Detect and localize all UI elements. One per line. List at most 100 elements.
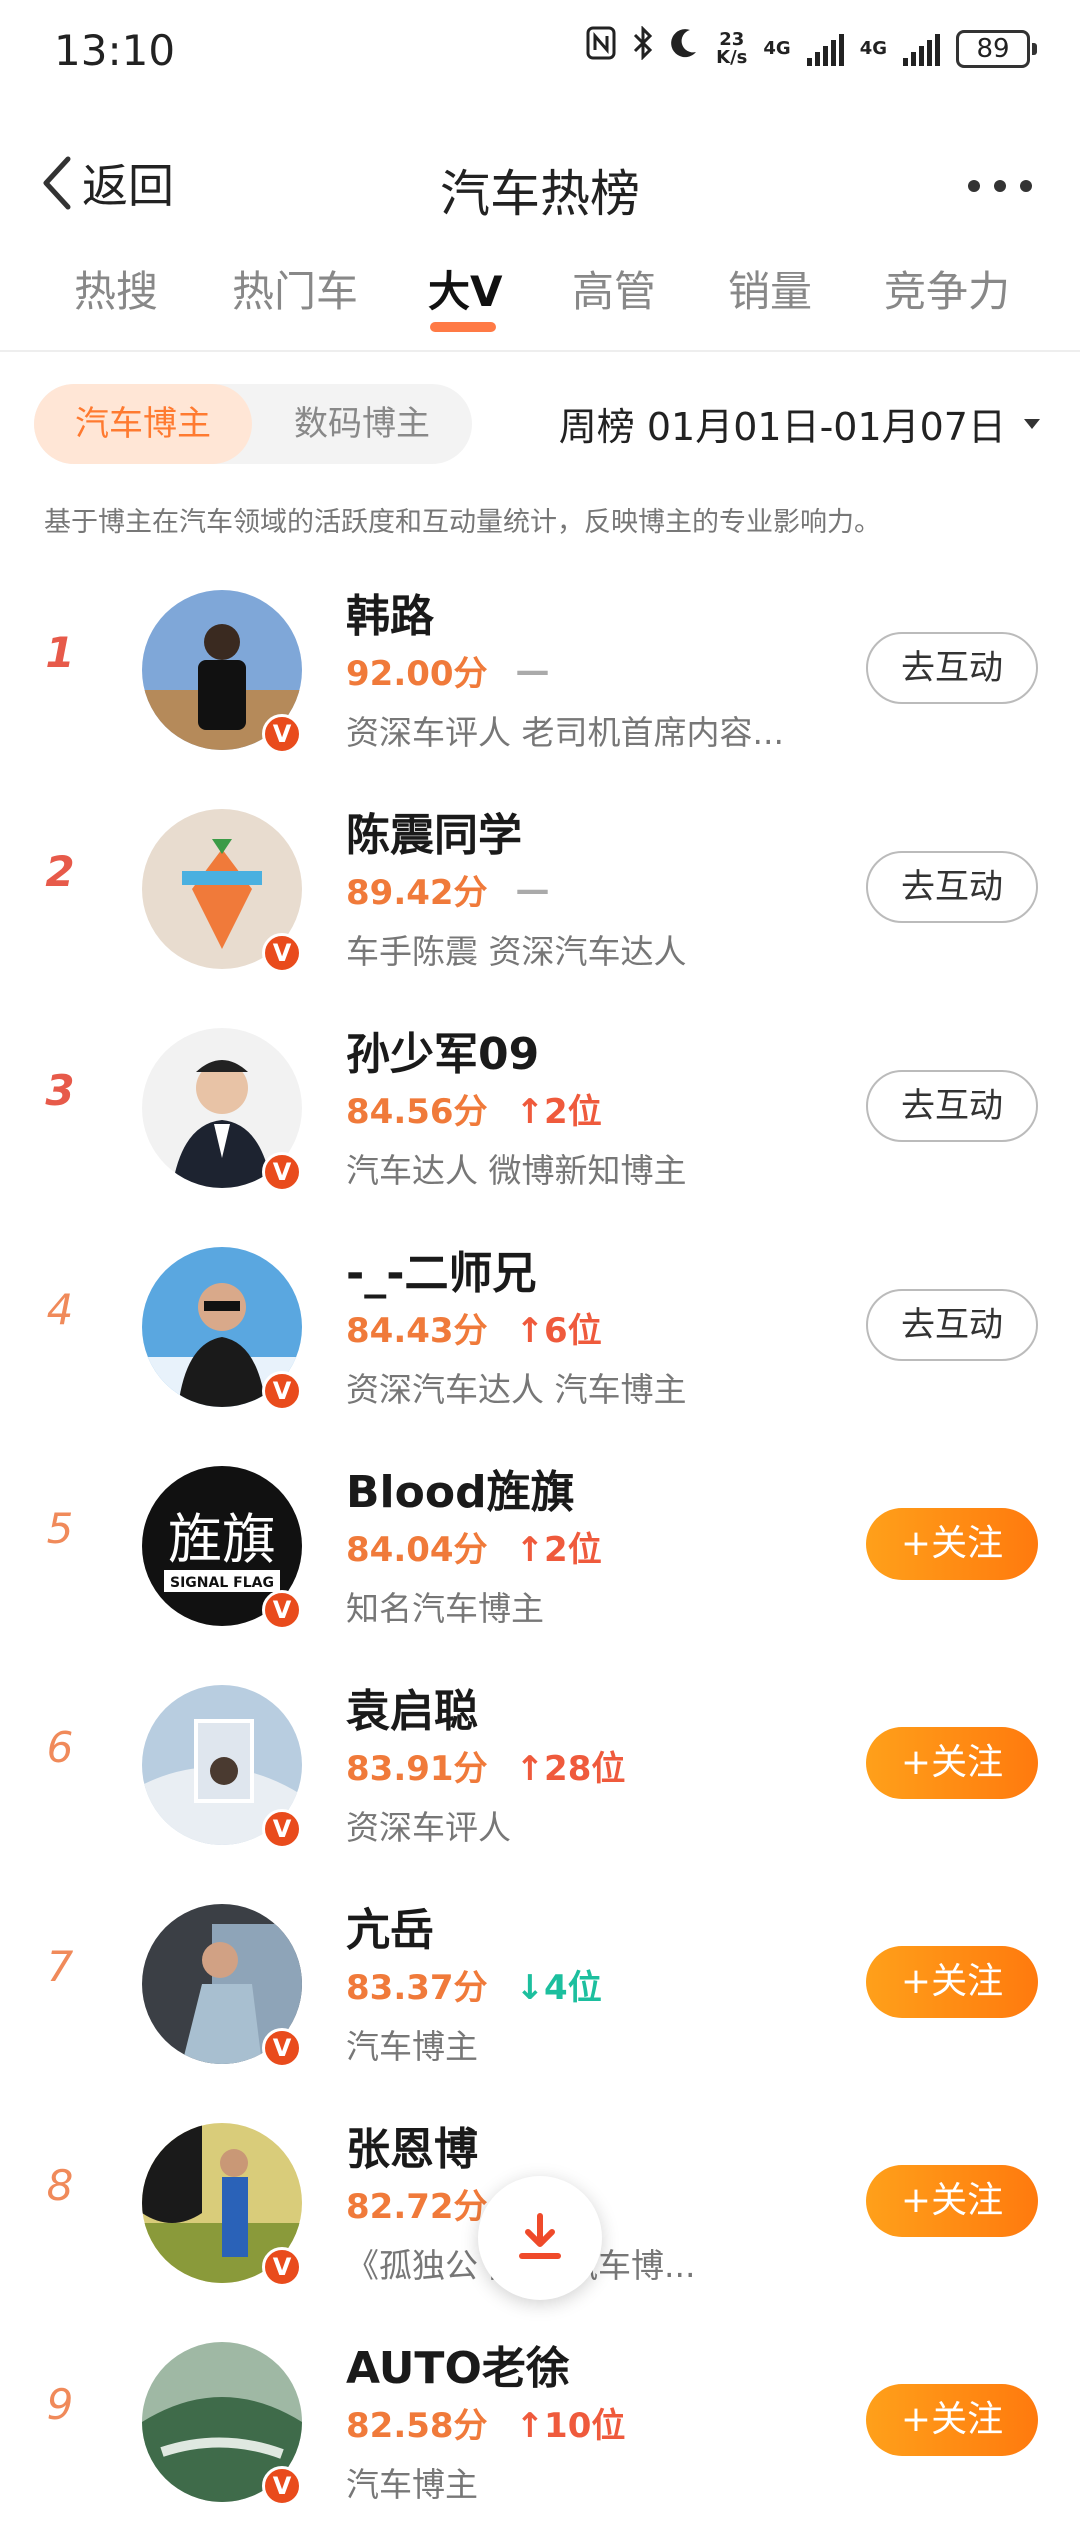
blogger-name[interactable]: 袁启聪	[346, 1675, 478, 1739]
rank-number: 5	[46, 1504, 74, 1553]
list-item[interactable]: 6 V 袁启聪 83.91分 ↑28位资深车评人 +关注	[0, 1655, 1080, 1874]
score: 89.42分	[346, 873, 488, 913]
header: 返回 汽车热榜	[0, 140, 1080, 236]
download-icon	[519, 2213, 561, 2259]
net-speed-unit: K/s	[716, 46, 748, 68]
follow-button[interactable]: +关注	[866, 1946, 1038, 2018]
score-meta: 84.43分 ↑6位	[346, 1303, 602, 1352]
interact-button[interactable]: 去互动	[866, 632, 1038, 704]
week-selector[interactable]: 周榜 01月01日-01月07日	[559, 396, 1040, 451]
blogger-name[interactable]: -_-二师兄	[346, 1237, 537, 1301]
signal-icon	[806, 32, 844, 66]
blogger-bio: 资深车评人	[346, 1808, 511, 1847]
blogger-name[interactable]: Blood旌旗	[346, 1456, 575, 1520]
verified-v-icon: V	[262, 1152, 302, 1192]
net-speed-value: 23	[719, 28, 745, 50]
rank-number: 6	[46, 1723, 74, 1772]
verified-v-icon: V	[262, 2247, 302, 2287]
list-item[interactable]: 4 V -_-二师兄 84.43分 ↑6位资深汽车达人 汽车博主 去互动	[0, 1217, 1080, 1436]
rank-change: —	[515, 650, 550, 691]
follow-button[interactable]: +关注	[866, 2165, 1038, 2237]
follow-button[interactable]: +关注	[866, 1727, 1038, 1799]
score: 82.72分	[346, 2187, 488, 2227]
blogger-bio: 资深车评人 老司机首席内容...	[346, 713, 784, 752]
score-meta: 92.00分 —	[346, 646, 550, 695]
blogger-name[interactable]: 亢岳	[346, 1894, 434, 1958]
list-item[interactable]: 2 V 陈震同学 89.42分 — 车手陈震 资深汽车达人 去互动	[0, 779, 1080, 998]
verified-v-icon: V	[262, 2028, 302, 2068]
rank-change: ↓4位	[515, 1968, 602, 2008]
blogger-bio: 汽车博主	[346, 2465, 478, 2504]
list-item[interactable]: 1 V 韩路 92.00分 — 资深车评人 老司机首席内容... 去互动	[0, 560, 1080, 779]
rank-change: ↑28位	[515, 1749, 626, 1789]
verified-v-icon: V	[262, 1371, 302, 1411]
score: 84.56分	[346, 1092, 488, 1132]
rank-change: ↑10位	[515, 2406, 626, 2446]
tab-big-v[interactable]: 大V	[428, 258, 503, 319]
score: 83.37分	[346, 1968, 488, 2008]
rank-number: 4	[46, 1285, 74, 1334]
status-bar: 13:10 23 K/s 4G 4G 89	[0, 0, 1080, 104]
verified-v-icon: V	[262, 1809, 302, 1849]
list-item[interactable]: 3 V 孙少军09 84.56分 ↑2位汽车达人 微博新知博主 去互动	[0, 998, 1080, 1217]
status-icons: 23 K/s 4G 4G 89	[586, 25, 1037, 71]
week-selector-label: 周榜 01月01日-01月07日	[558, 405, 1006, 449]
blogger-bio: 知名汽车博主	[346, 1589, 544, 1628]
net2-label: 4G	[859, 37, 887, 59]
moon-icon	[670, 26, 700, 71]
more-icon[interactable]	[968, 180, 1032, 192]
rank-number: 3	[45, 1066, 75, 1115]
score: 84.43分	[346, 1311, 488, 1351]
avatar-logo-text: 旌旗	[168, 1508, 276, 1571]
follow-button[interactable]: +关注	[866, 1508, 1038, 1580]
score: 92.00分	[346, 654, 488, 694]
tab-competitiveness[interactable]: 竞争力	[884, 258, 1010, 319]
blogger-bio: 汽车达人 微博新知博主	[346, 1151, 687, 1190]
status-time: 13:10	[54, 26, 176, 75]
verified-v-icon: V	[262, 714, 302, 754]
score-meta: 83.91分 ↑28位	[346, 1741, 625, 1790]
tab-hot-cars[interactable]: 热门车	[232, 258, 358, 319]
score-meta: 89.42分 —	[346, 865, 550, 914]
segment-digital-bloggers[interactable]: 数码博主	[252, 384, 472, 464]
ranking-description: 基于博主在汽车领域的活跃度和互动量统计，反映博主的专业影响力。	[44, 507, 881, 538]
tab-bar: 热搜 热门车 大V 高管 销量 竞争力	[0, 258, 1080, 350]
download-button[interactable]	[478, 2176, 602, 2300]
score-meta: 83.37分 ↓4位	[346, 1960, 602, 2009]
tab-hot-search[interactable]: 热搜	[74, 258, 158, 319]
category-segment: 汽车博主 数码博主	[34, 384, 472, 464]
rank-number: 9	[46, 2380, 74, 2429]
rank-number: 8	[46, 2161, 74, 2210]
divider	[0, 350, 1080, 352]
interact-button[interactable]: 去互动	[866, 1289, 1038, 1361]
verified-v-icon: V	[262, 1590, 302, 1630]
tab-executives[interactable]: 高管	[572, 258, 656, 319]
caret-down-icon	[1024, 418, 1040, 429]
follow-button[interactable]: +关注	[866, 2384, 1038, 2456]
blogger-name[interactable]: 孙少军09	[346, 1018, 539, 1082]
battery-icon: 89	[956, 29, 1037, 68]
rank-change: ↑6位	[515, 1311, 602, 1351]
blogger-bio: 车手陈震 资深汽车达人	[346, 932, 687, 971]
blogger-name[interactable]: 张恩博	[346, 2113, 478, 2177]
rank-number: 2	[45, 847, 75, 896]
rank-change: ↑2位	[515, 1530, 602, 1570]
rank-change: ↑2位	[515, 1092, 602, 1132]
list-item[interactable]: 7 V 亢岳 83.37分 ↓4位 汽车博主 +关注	[0, 1874, 1080, 2093]
blogger-name[interactable]: AUTO老徐	[346, 2332, 570, 2396]
blogger-bio: 资深汽车达人 汽车博主	[346, 1370, 687, 1409]
list-item[interactable]: 9 V AUTO老徐 82.58分 ↑10位 汽车博主 +关注	[0, 2312, 1080, 2531]
interact-button[interactable]: 去互动	[866, 1070, 1038, 1142]
blogger-name[interactable]: 韩路	[346, 580, 434, 644]
verified-v-icon: V	[262, 933, 302, 973]
blogger-name[interactable]: 陈震同学	[346, 799, 522, 863]
page-title: 汽车热榜	[440, 165, 640, 223]
score-meta: 84.56分 ↑2位	[346, 1084, 602, 1133]
score: 84.04分	[346, 1530, 488, 1570]
tab-sales[interactable]: 销量	[728, 258, 812, 319]
bluetooth-icon	[632, 25, 654, 71]
score-meta: 84.04分 ↑2位	[346, 1522, 602, 1571]
interact-button[interactable]: 去互动	[866, 851, 1038, 923]
list-item[interactable]: 5 旌旗 SIGNAL FLAG V Blood旌旗 84.04分 ↑2位 知名汽车博主 +关注	[0, 1436, 1080, 1655]
segment-car-bloggers[interactable]: 汽车博主	[34, 384, 252, 464]
